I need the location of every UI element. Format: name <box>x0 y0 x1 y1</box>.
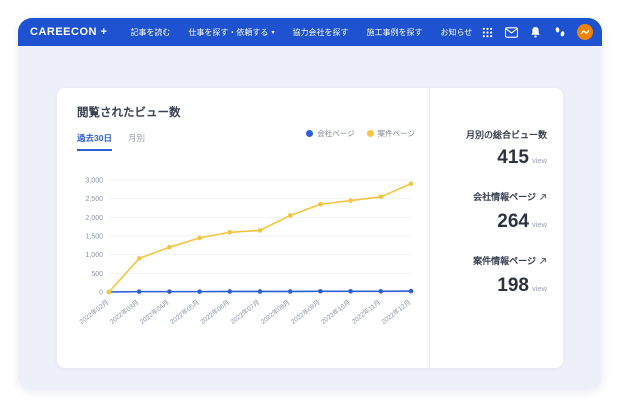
nav-item-read-articles[interactable]: 記事を読む <box>121 18 179 46</box>
careecon-logo[interactable]: CAREECON + <box>30 26 107 38</box>
caret-down-icon: ▾ <box>271 29 274 36</box>
nav-menu: 記事を読む 仕事を探す・依頼する ▾ 協力会社を探す 施工事例を探す お知らせ <box>121 18 481 46</box>
svg-text:2022年03月: 2022年03月 <box>108 297 141 325</box>
footprints-icon[interactable] <box>553 26 566 39</box>
svg-text:1,000: 1,000 <box>85 252 103 259</box>
svg-text:2022年08月: 2022年08月 <box>259 297 292 325</box>
page-title: 閲覧されたビュー数 <box>77 104 181 120</box>
company-page-value: 264 <box>497 211 529 232</box>
svg-text:2022年12月: 2022年12月 <box>379 297 412 325</box>
company-page-link[interactable]: 会社情報ページ <box>473 190 547 203</box>
chart-legend: 会社ページ 案件ページ <box>306 128 415 139</box>
svg-text:500: 500 <box>91 271 103 278</box>
project-page-value: 198 <box>497 275 529 296</box>
legend-dot-project <box>367 130 374 137</box>
navbar-actions <box>481 24 593 40</box>
svg-text:2,000: 2,000 <box>85 215 103 222</box>
company-page-unit: view <box>532 220 547 229</box>
chart-section: 閲覧されたビュー数 会社ページ 案件ページ 過去30日 月別 0 500 1,000… <box>57 88 430 368</box>
legend-item-project: 案件ページ <box>367 128 415 139</box>
legend-dot-company <box>306 130 313 137</box>
nav-item-find-work[interactable]: 仕事を探す・依頼する ▾ <box>179 18 283 46</box>
total-views-unit: view <box>532 156 547 165</box>
line-chart: 05001,0001,5002,0002,5003,0002022年02月202… <box>63 170 425 347</box>
project-page-link[interactable]: 案件情報ページ <box>473 254 547 267</box>
tab-monthly[interactable]: 月別 <box>128 132 145 151</box>
nav-item-find-partners[interactable]: 協力会社を探す <box>283 18 357 46</box>
total-views-value: 415 <box>497 147 529 168</box>
summary-panel: 月別の総合ビュー数 415view 会社情報ページ 264view 案件情報ペー… <box>430 88 563 368</box>
total-views-label: 月別の総合ビュー数 <box>440 128 547 141</box>
svg-text:3,000: 3,000 <box>85 178 103 185</box>
view-chart-svg: 05001,0001,5002,0002,5003,0002022年02月202… <box>63 170 425 342</box>
svg-text:0: 0 <box>99 290 103 297</box>
legend-item-company: 会社ページ <box>306 128 354 139</box>
project-page-unit: view <box>532 284 547 293</box>
nav-item-notices[interactable]: お知らせ <box>431 18 481 46</box>
svg-text:2022年05月: 2022年05月 <box>168 297 201 325</box>
svg-text:1,500: 1,500 <box>85 234 103 241</box>
project-page-value-row: 198view <box>440 275 547 297</box>
svg-text:2022年04月: 2022年04月 <box>138 297 171 325</box>
avatar[interactable] <box>577 24 593 40</box>
svg-text:2022年02月: 2022年02月 <box>77 297 110 325</box>
bell-icon[interactable] <box>529 26 542 39</box>
external-link-icon <box>539 257 547 265</box>
apps-grid-icon[interactable] <box>481 26 494 39</box>
range-tabs: 過去30日 月別 <box>77 132 145 151</box>
views-card: 閲覧されたビュー数 会社ページ 案件ページ 過去30日 月別 0 500 1,000… <box>57 88 563 368</box>
mail-icon[interactable] <box>505 26 518 39</box>
company-page-value-row: 264view <box>440 211 547 233</box>
app-window: CAREECON + 記事を読む 仕事を探す・依頼する ▾ 協力会社を探す 施工… <box>18 18 602 390</box>
svg-text:2022年06月: 2022年06月 <box>198 297 231 325</box>
nav-item-case-studies[interactable]: 施工事例を探す <box>357 18 431 46</box>
external-link-icon <box>539 193 547 201</box>
svg-text:2,500: 2,500 <box>85 196 103 203</box>
tab-last-30-days[interactable]: 過去30日 <box>77 132 112 151</box>
svg-text:2022年11月: 2022年11月 <box>350 297 383 325</box>
top-navbar: CAREECON + 記事を読む 仕事を探す・依頼する ▾ 協力会社を探す 施工… <box>18 18 602 46</box>
svg-text:2022年10月: 2022年10月 <box>319 297 352 325</box>
svg-text:2022年09月: 2022年09月 <box>289 297 322 325</box>
total-views-value-row: 415view <box>440 147 547 169</box>
svg-text:2022年07月: 2022年07月 <box>228 297 261 325</box>
